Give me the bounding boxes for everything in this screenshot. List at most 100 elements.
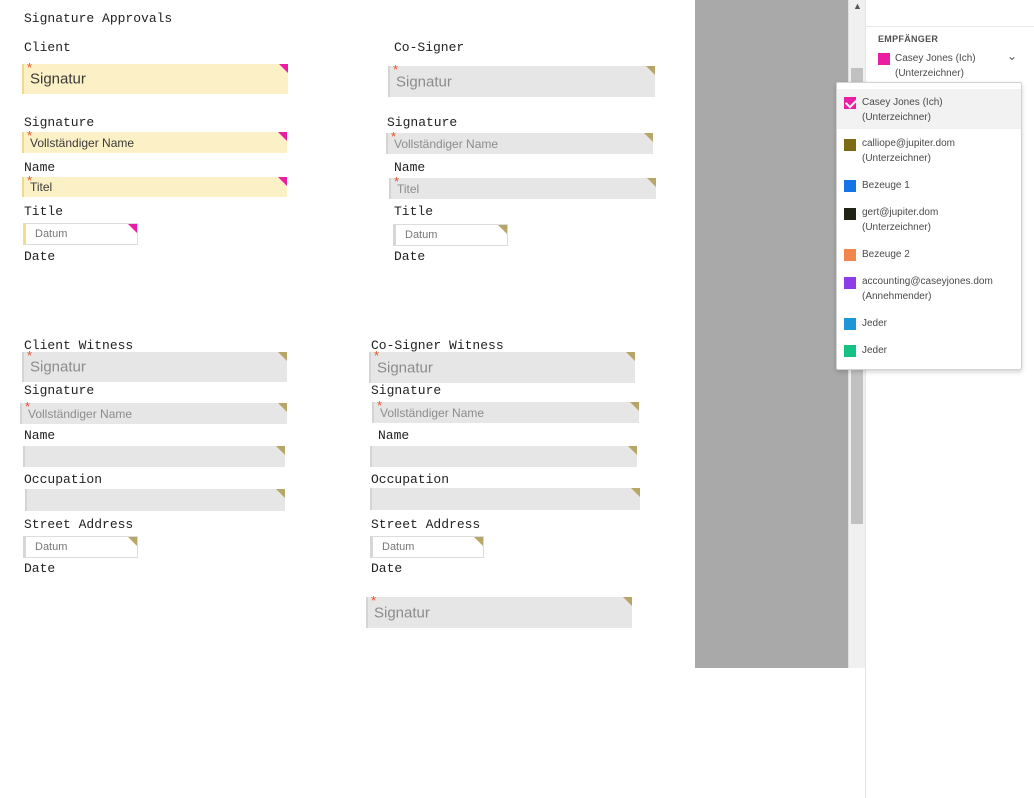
client-witness-fullname-field[interactable]: * Vollständiger Name — [20, 400, 287, 424]
cosigner-witness-name-label: Name — [378, 428, 410, 443]
recipient-option[interactable]: accounting@caseyjones.dom (Annehmender) — [837, 271, 1021, 305]
canvas-background — [695, 0, 848, 668]
cosigner-name-label: Name — [394, 160, 426, 175]
cosigner-title-field[interactable]: * Titel — [389, 175, 656, 199]
field-corner-marker-icon — [628, 446, 637, 455]
fullname-placeholder: Vollständiger Name — [380, 405, 485, 420]
field-corner-marker-icon — [626, 352, 635, 361]
cosigner-date-field[interactable]: Datum — [393, 224, 508, 246]
field-corner-marker-icon — [646, 66, 655, 75]
date-placeholder: Datum — [382, 541, 415, 553]
client-witness-address-field[interactable] — [25, 489, 285, 511]
color-swatch-icon — [844, 208, 856, 220]
recipient-option[interactable]: Bezeuge 2 — [837, 246, 1021, 264]
client-signature-label: Signature — [24, 115, 95, 130]
signature-placeholder: Signatur — [377, 359, 433, 376]
client-witness-occupation-label: Occupation — [24, 472, 103, 487]
color-swatch-icon — [844, 345, 856, 357]
field-corner-marker-icon — [128, 224, 137, 233]
cosigner-signature-field[interactable]: * Signatur — [388, 63, 655, 97]
client-fullname-field[interactable]: * Vollständiger Name — [22, 129, 287, 153]
fullname-placeholder: Vollständiger Name — [30, 135, 135, 150]
client-witness-name-label: Name — [24, 428, 56, 443]
signature-placeholder: Signatur — [30, 358, 86, 376]
checkmark-icon — [844, 96, 858, 109]
panel-divider — [866, 26, 1034, 27]
cosigner-signature-label: Signature — [387, 115, 458, 130]
recipient-option[interactable]: Jeder — [837, 315, 1021, 333]
field-corner-marker-icon — [498, 225, 507, 234]
color-swatch-icon — [878, 53, 890, 65]
recipient-name: accounting@caseyjones.dom — [862, 276, 993, 287]
selected-recipient-name: Casey Jones (Ich) (Unterzeichner) — [895, 53, 976, 79]
recipient-role: (Unterzeichner) — [862, 222, 931, 233]
checkbox-icon — [844, 96, 858, 109]
recipient-option[interactable]: Jeder — [837, 342, 1021, 360]
recipient-name: Casey Jones (Ich) — [862, 97, 943, 108]
recipient-name: Jeder — [862, 345, 888, 356]
field-corner-marker-icon — [279, 64, 288, 73]
client-heading: Client — [24, 40, 71, 55]
field-corner-marker-icon — [276, 489, 285, 498]
fullname-placeholder: Vollständiger Name — [394, 136, 499, 151]
field-corner-marker-icon — [276, 446, 285, 455]
cosigner-witness-address-label: Street Address — [371, 517, 481, 532]
recipient-role: (Unterzeichner) — [862, 153, 931, 164]
fullname-placeholder: Vollständiger Name — [28, 406, 133, 421]
client-signature-field[interactable]: * Signatur — [22, 61, 288, 94]
client-date-field[interactable]: Datum — [23, 223, 138, 245]
field-corner-marker-icon — [644, 133, 653, 142]
field-corner-marker-icon — [623, 597, 632, 606]
cosigner-witness-date-label: Date — [371, 561, 403, 576]
client-witness-date-label: Date — [24, 561, 56, 576]
field-corner-marker-icon — [631, 488, 640, 497]
field-corner-marker-icon — [128, 537, 137, 546]
recipient-name: Jeder — [862, 318, 888, 329]
date-placeholder: Datum — [35, 541, 68, 553]
recipient-option[interactable]: Bezeuge 1 — [837, 177, 1021, 195]
chevron-up-icon[interactable]: ▲ — [853, 1, 862, 11]
client-witness-date-field[interactable]: Datum — [23, 536, 138, 558]
recipient-selector[interactable]: Casey Jones (Ich) (Unterzeichner) ⌄ — [878, 49, 1033, 85]
cosigner-witness-address-field[interactable] — [370, 488, 640, 510]
client-date-label: Date — [24, 249, 56, 264]
field-corner-marker-icon — [278, 177, 287, 186]
field-corner-marker-icon — [278, 132, 287, 141]
recipient-option[interactable]: calliope@jupiter.dom (Unterzeichner) — [837, 133, 1021, 167]
cosigner-witness-occupation-label: Occupation — [371, 472, 450, 487]
title-placeholder: Titel — [397, 181, 420, 196]
recipient-name: gert@jupiter.dom — [862, 207, 939, 218]
extra-signature-field[interactable]: * Signatur — [366, 594, 632, 628]
cosigner-witness-occupation-field[interactable] — [370, 446, 637, 467]
client-witness-heading: Client Witness — [24, 338, 134, 353]
recipient-role: (Annehmender) — [862, 291, 932, 302]
client-witness-signature-field[interactable]: * Signatur — [22, 349, 287, 382]
signature-placeholder: Signatur — [396, 73, 452, 90]
recipient-option[interactable]: Casey Jones (Ich) (Unterzeichner) — [837, 89, 1021, 129]
date-placeholder: Datum — [405, 229, 438, 241]
client-title-field[interactable]: * Titel — [22, 174, 287, 197]
cosigner-witness-signature-label: Signature — [371, 383, 442, 398]
cosigner-witness-signature-field[interactable]: * Signatur — [369, 349, 635, 383]
cosigner-date-label: Date — [394, 249, 426, 264]
color-swatch-icon — [844, 180, 856, 192]
client-witness-occupation-field[interactable] — [23, 446, 285, 467]
recipient-dropdown: Casey Jones (Ich) (Unterzeichner) callio… — [836, 82, 1022, 370]
recipients-heading: EMPFÄNGER — [878, 34, 939, 44]
color-swatch-icon — [844, 277, 856, 289]
cosigner-fullname-field[interactable]: * Vollständiger Name — [386, 130, 653, 154]
field-corner-marker-icon — [278, 352, 287, 361]
cosigner-witness-date-field[interactable]: Datum — [370, 536, 484, 558]
field-corner-marker-icon — [278, 403, 287, 412]
cosigner-heading: Co-Signer — [394, 40, 465, 55]
field-corner-marker-icon — [647, 178, 656, 187]
client-witness-signature-label: Signature — [24, 383, 95, 398]
client-title-label: Title — [24, 204, 64, 219]
cosigner-witness-fullname-field[interactable]: * Vollständiger Name — [372, 399, 639, 423]
recipient-role: (Unterzeichner) — [862, 112, 931, 123]
title-placeholder: Titel — [30, 180, 53, 194]
cosigner-witness-heading: Co-Signer Witness — [371, 338, 504, 353]
recipient-option[interactable]: gert@jupiter.dom (Unterzeichner) — [837, 202, 1021, 236]
signature-placeholder: Signatur — [30, 70, 86, 88]
chevron-down-icon[interactable]: ⌄ — [1007, 49, 1017, 63]
